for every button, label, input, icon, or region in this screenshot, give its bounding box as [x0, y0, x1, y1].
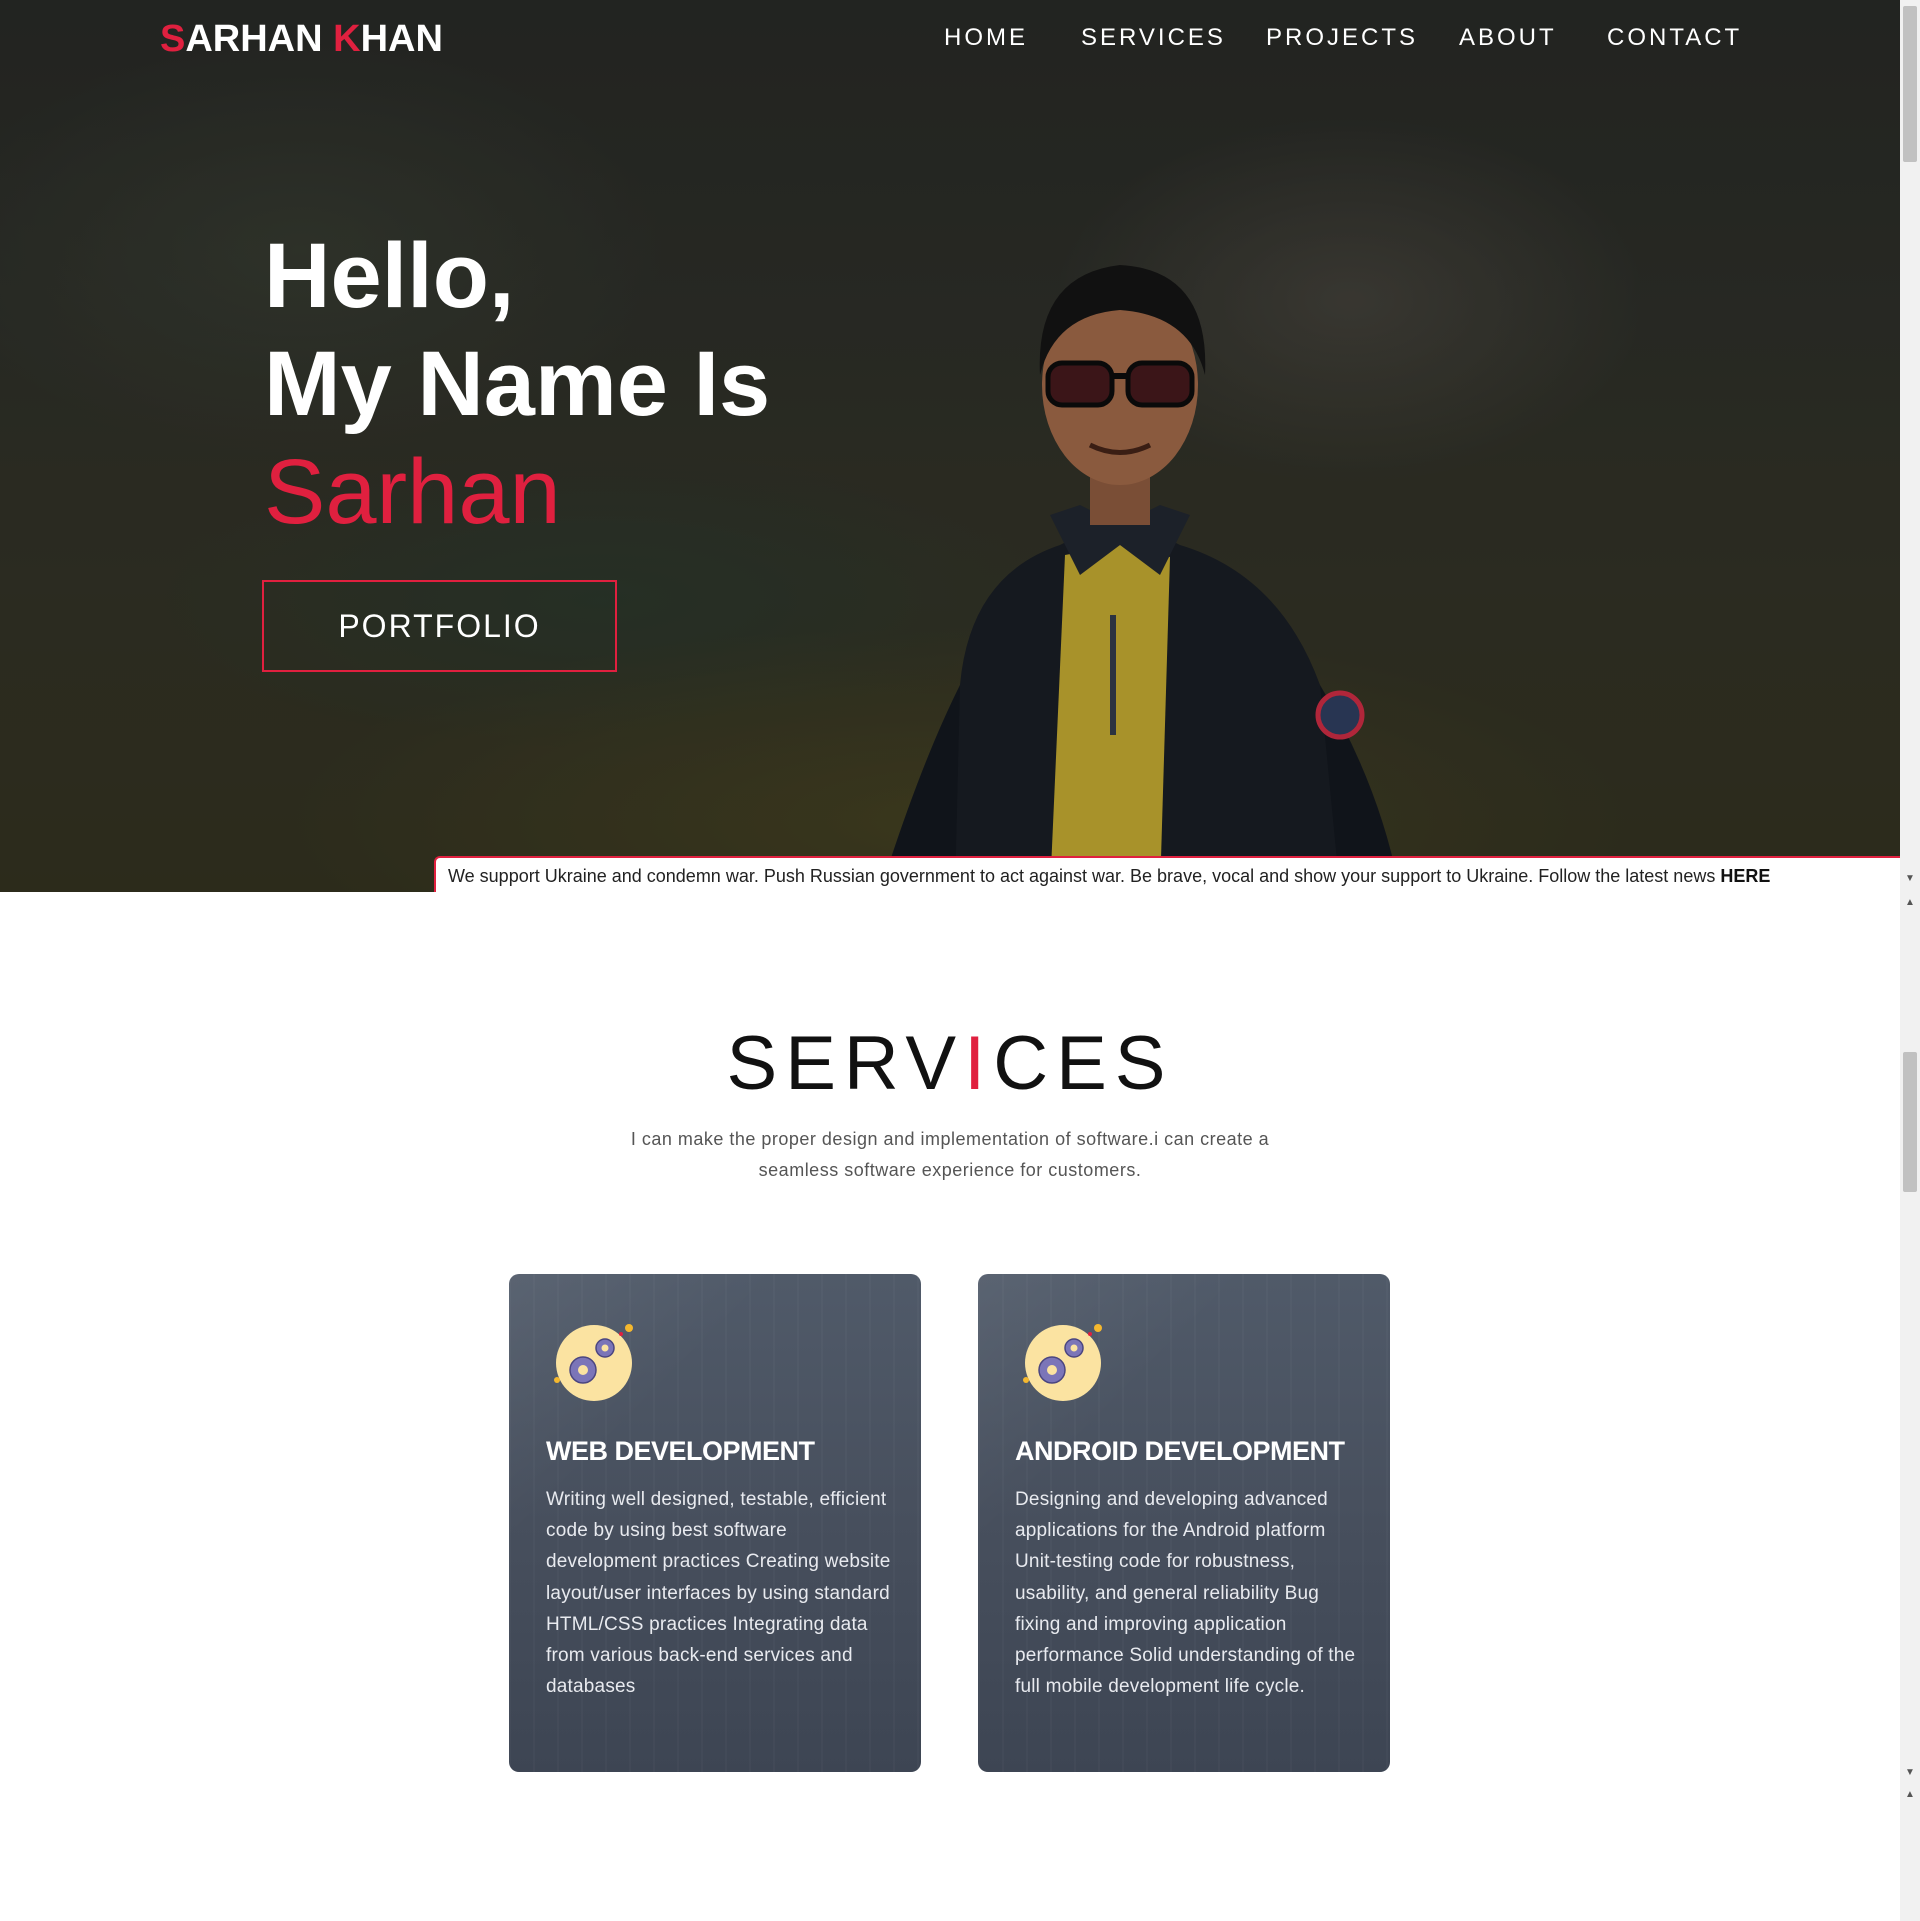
services-title: SERVICES [0, 1020, 1900, 1107]
nav-about[interactable]: ABOUT [1459, 24, 1557, 52]
scroll-up-icon[interactable]: ▲ [1905, 1790, 1915, 1800]
scrollbar-thumb[interactable] [1903, 6, 1917, 162]
services-title-left: SERV [726, 1021, 965, 1106]
card-title: WEB DEVELOPMENT [546, 1436, 815, 1466]
top-navbar: SARHAN KHAN HOME SERVICES PROJECTS ABOUT… [0, 0, 1900, 80]
gears-icon [554, 1324, 633, 1401]
logo-first-rest: ARHAN [185, 18, 323, 60]
services-subtitle: I can make the proper design and impleme… [630, 1129, 1270, 1180]
card-description: Designing and developing advanced applic… [1015, 1489, 1356, 1698]
nav-home[interactable]: HOME [944, 24, 1028, 52]
hero-portrait-image [880, 265, 1400, 892]
banner-text: We support Ukraine and condemn war. Push… [448, 866, 1721, 886]
logo-last-rest: HAN [360, 18, 443, 60]
nav-projects[interactable]: PROJECTS [1266, 24, 1418, 52]
scroll-down-icon[interactable]: ▼ [1905, 874, 1915, 884]
card-title: ANDROID DEVELOPMENT [1015, 1436, 1345, 1466]
nav-services[interactable]: SERVICES [1081, 24, 1226, 52]
banner-here-link[interactable]: HERE [1720, 866, 1770, 886]
service-card-android: ANDROID DEVELOPMENT Designing and develo… [978, 1274, 1390, 1772]
scrollbar-thumb[interactable] [1903, 1052, 1917, 1192]
ukraine-support-banner: We support Ukraine and condemn war. Push… [434, 856, 1900, 892]
gears-icon [1023, 1324, 1102, 1401]
card-description: Writing well designed, testable, efficie… [546, 1489, 891, 1698]
logo-initial-s: S [160, 18, 186, 60]
portfolio-button[interactable]: PORTFOLIO [262, 580, 617, 672]
hero-greeting: Hello, [264, 225, 515, 327]
hero-intro: My Name Is [264, 333, 771, 435]
site-logo[interactable]: SARHAN KHAN [160, 18, 443, 61]
page-scrollbar[interactable]: ▼ ▲ ▼ ▲ [1900, 0, 1920, 1921]
services-title-right: CES [993, 1021, 1174, 1106]
scroll-up-icon[interactable]: ▲ [1905, 898, 1915, 908]
hero-name: Sarhan [264, 441, 561, 543]
hero-section: SARHAN KHAN HOME SERVICES PROJECTS ABOUT… [0, 0, 1900, 892]
scroll-down-icon[interactable]: ▼ [1905, 1768, 1915, 1778]
logo-initial-k: K [333, 18, 361, 60]
service-card-web: WEB DEVELOPMENT Writing well designed, t… [509, 1274, 921, 1772]
nav-contact[interactable]: CONTACT [1607, 24, 1742, 52]
services-title-accent: I [964, 1021, 994, 1106]
hero-heading: Hello, My Name Is Sarhan [264, 222, 770, 546]
